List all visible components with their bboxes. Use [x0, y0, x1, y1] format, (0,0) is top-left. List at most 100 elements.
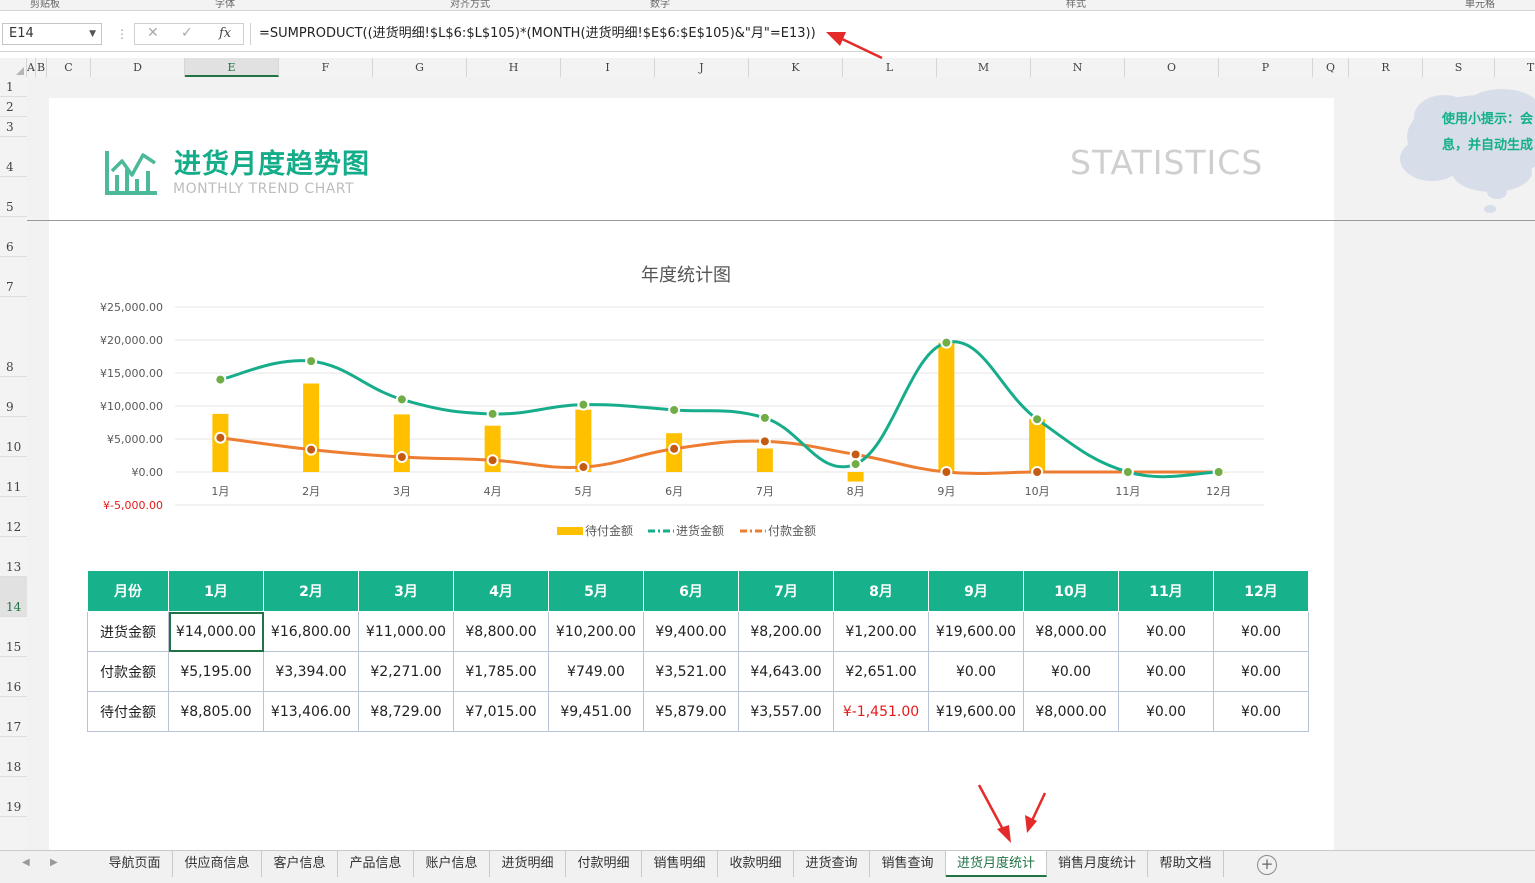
table-cell[interactable]: ¥1,200.00: [833, 611, 929, 652]
sheet-tab[interactable]: 客户信息: [262, 851, 338, 877]
table-cell[interactable]: ¥8,200.00: [738, 611, 834, 652]
check-icon[interactable]: ✓: [181, 25, 193, 41]
row-header-14[interactable]: 14: [0, 577, 27, 617]
row-header-5[interactable]: 5: [0, 177, 27, 217]
table-cell[interactable]: ¥8,800.00: [453, 611, 549, 652]
column-header-o[interactable]: O: [1125, 58, 1219, 77]
column-header-a[interactable]: A: [27, 58, 36, 77]
sheet-tab[interactable]: 帮助文档: [1148, 851, 1224, 877]
column-header-g[interactable]: G: [373, 58, 467, 77]
row-header-19[interactable]: 19: [0, 777, 27, 817]
table-cell[interactable]: ¥8,805.00: [168, 691, 264, 732]
table-cell[interactable]: ¥10,200.00: [548, 611, 644, 652]
column-header-e[interactable]: E: [185, 58, 279, 77]
table-cell[interactable]: ¥0.00: [928, 651, 1024, 692]
column-header-d[interactable]: D: [91, 58, 185, 77]
sheet-tab[interactable]: 产品信息: [338, 851, 414, 877]
row-header-17[interactable]: 17: [0, 697, 27, 737]
table-cell[interactable]: ¥5,879.00: [643, 691, 739, 732]
table-cell[interactable]: ¥0.00: [1118, 611, 1214, 652]
table-cell[interactable]: ¥0.00: [1118, 651, 1214, 692]
sheet-area[interactable]: 进货月度趋势图 MONTHLY TREND CHART STATISTICS 使…: [27, 77, 1535, 850]
row-header-1[interactable]: 1: [0, 77, 27, 97]
row-header-2[interactable]: 2: [0, 97, 27, 117]
table-cell[interactable]: ¥8,729.00: [358, 691, 454, 732]
table-cell[interactable]: ¥3,394.00: [263, 651, 359, 692]
row-header-6[interactable]: 6: [0, 217, 27, 257]
row-header-3[interactable]: 3: [0, 117, 27, 137]
column-header-p[interactable]: P: [1219, 58, 1313, 77]
table-cell[interactable]: ¥13,406.00: [263, 691, 359, 732]
tab-scroll-left-icon[interactable]: ◀: [22, 857, 30, 868]
row-header-15[interactable]: 15: [0, 617, 27, 657]
row-header-11[interactable]: 11: [0, 457, 27, 497]
table-cell[interactable]: ¥0.00: [1213, 651, 1309, 692]
chevron-down-icon[interactable]: ▼: [89, 24, 96, 44]
table-cell[interactable]: ¥5,195.00: [168, 651, 264, 692]
row-label[interactable]: 进货金额: [87, 611, 169, 652]
name-box[interactable]: E14 ▼: [2, 23, 102, 45]
table-cell[interactable]: ¥2,651.00: [833, 651, 929, 692]
row-header-18[interactable]: 18: [0, 737, 27, 777]
formula-input[interactable]: =SUMPRODUCT((进货明细!$L$6:$L$105)*(MONTH(进货…: [250, 23, 1535, 45]
sheet-tab[interactable]: 销售查询: [870, 851, 946, 877]
annual-chart[interactable]: 年度统计图 ¥25,000.00 ¥20,000.00 ¥15,000.00 ¥10,…: [87, 257, 1277, 547]
table-cell[interactable]: ¥-1,451.00: [833, 691, 929, 732]
column-header-c[interactable]: C: [47, 58, 91, 77]
column-header-h[interactable]: H: [467, 58, 561, 77]
sheet-tab[interactable]: 销售月度统计: [1047, 851, 1148, 877]
column-header-s[interactable]: S: [1423, 58, 1495, 77]
row-header-13[interactable]: 13: [0, 537, 27, 577]
column-header-r[interactable]: R: [1349, 58, 1423, 77]
sheet-tab[interactable]: 付款明细: [566, 851, 642, 877]
sheet-tab[interactable]: 进货查询: [794, 851, 870, 877]
sheet-tab[interactable]: 导航页面: [97, 851, 173, 877]
sheet-tab[interactable]: 进货明细: [490, 851, 566, 877]
row-label[interactable]: 付款金额: [87, 651, 169, 692]
row-header-9[interactable]: 9: [0, 377, 27, 417]
table-cell[interactable]: ¥3,521.00: [643, 651, 739, 692]
column-header-n[interactable]: N: [1031, 58, 1125, 77]
row-header-4[interactable]: 4: [0, 137, 27, 177]
table-cell[interactable]: ¥1,785.00: [453, 651, 549, 692]
column-header-i[interactable]: I: [561, 58, 655, 77]
fx-icon[interactable]: fx: [219, 26, 231, 41]
sheet-tab[interactable]: 进货月度统计: [946, 851, 1047, 877]
row-header-12[interactable]: 12: [0, 497, 27, 537]
table-cell[interactable]: ¥8,000.00: [1023, 611, 1119, 652]
table-cell[interactable]: ¥9,451.00: [548, 691, 644, 732]
table-cell[interactable]: ¥0.00: [1213, 691, 1309, 732]
table-cell[interactable]: ¥11,000.00: [358, 611, 454, 652]
row-header-7[interactable]: 7: [0, 257, 27, 297]
table-cell[interactable]: ¥0.00: [1118, 691, 1214, 732]
sheet-tab[interactable]: 销售明细: [642, 851, 718, 877]
column-header-q[interactable]: Q: [1313, 58, 1349, 77]
table-cell[interactable]: ¥4,643.00: [738, 651, 834, 692]
table-cell[interactable]: ¥2,271.00: [358, 651, 454, 692]
table-cell[interactable]: ¥19,600.00: [928, 611, 1024, 652]
column-header-j[interactable]: J: [655, 58, 749, 77]
column-header-t[interactable]: T: [1495, 58, 1535, 77]
column-header-m[interactable]: M: [937, 58, 1031, 77]
close-icon[interactable]: ✕: [147, 25, 159, 41]
row-header-8[interactable]: 8: [0, 297, 27, 377]
add-sheet-icon[interactable]: +: [1257, 855, 1277, 875]
column-header-f[interactable]: F: [279, 58, 373, 77]
table-cell[interactable]: ¥0.00: [1213, 611, 1309, 652]
table-cell[interactable]: ¥14,000.00: [168, 611, 264, 652]
table-cell[interactable]: ¥8,000.00: [1023, 691, 1119, 732]
table-cell[interactable]: ¥0.00: [1023, 651, 1119, 692]
row-header-16[interactable]: 16: [0, 657, 27, 697]
sheet-tab[interactable]: 供应商信息: [173, 851, 262, 877]
column-header-b[interactable]: B: [36, 58, 47, 77]
row-header-10[interactable]: 10: [0, 417, 27, 457]
tab-scroll-right-icon[interactable]: ▶: [50, 857, 58, 868]
table-cell[interactable]: ¥19,600.00: [928, 691, 1024, 732]
sheet-tab[interactable]: 账户信息: [414, 851, 490, 877]
table-cell[interactable]: ¥749.00: [548, 651, 644, 692]
table-cell[interactable]: ¥16,800.00: [263, 611, 359, 652]
sheet-tab[interactable]: 收款明细: [718, 851, 794, 877]
table-cell[interactable]: ¥3,557.00: [738, 691, 834, 732]
row-label[interactable]: 待付金额: [87, 691, 169, 732]
table-cell[interactable]: ¥7,015.00: [453, 691, 549, 732]
